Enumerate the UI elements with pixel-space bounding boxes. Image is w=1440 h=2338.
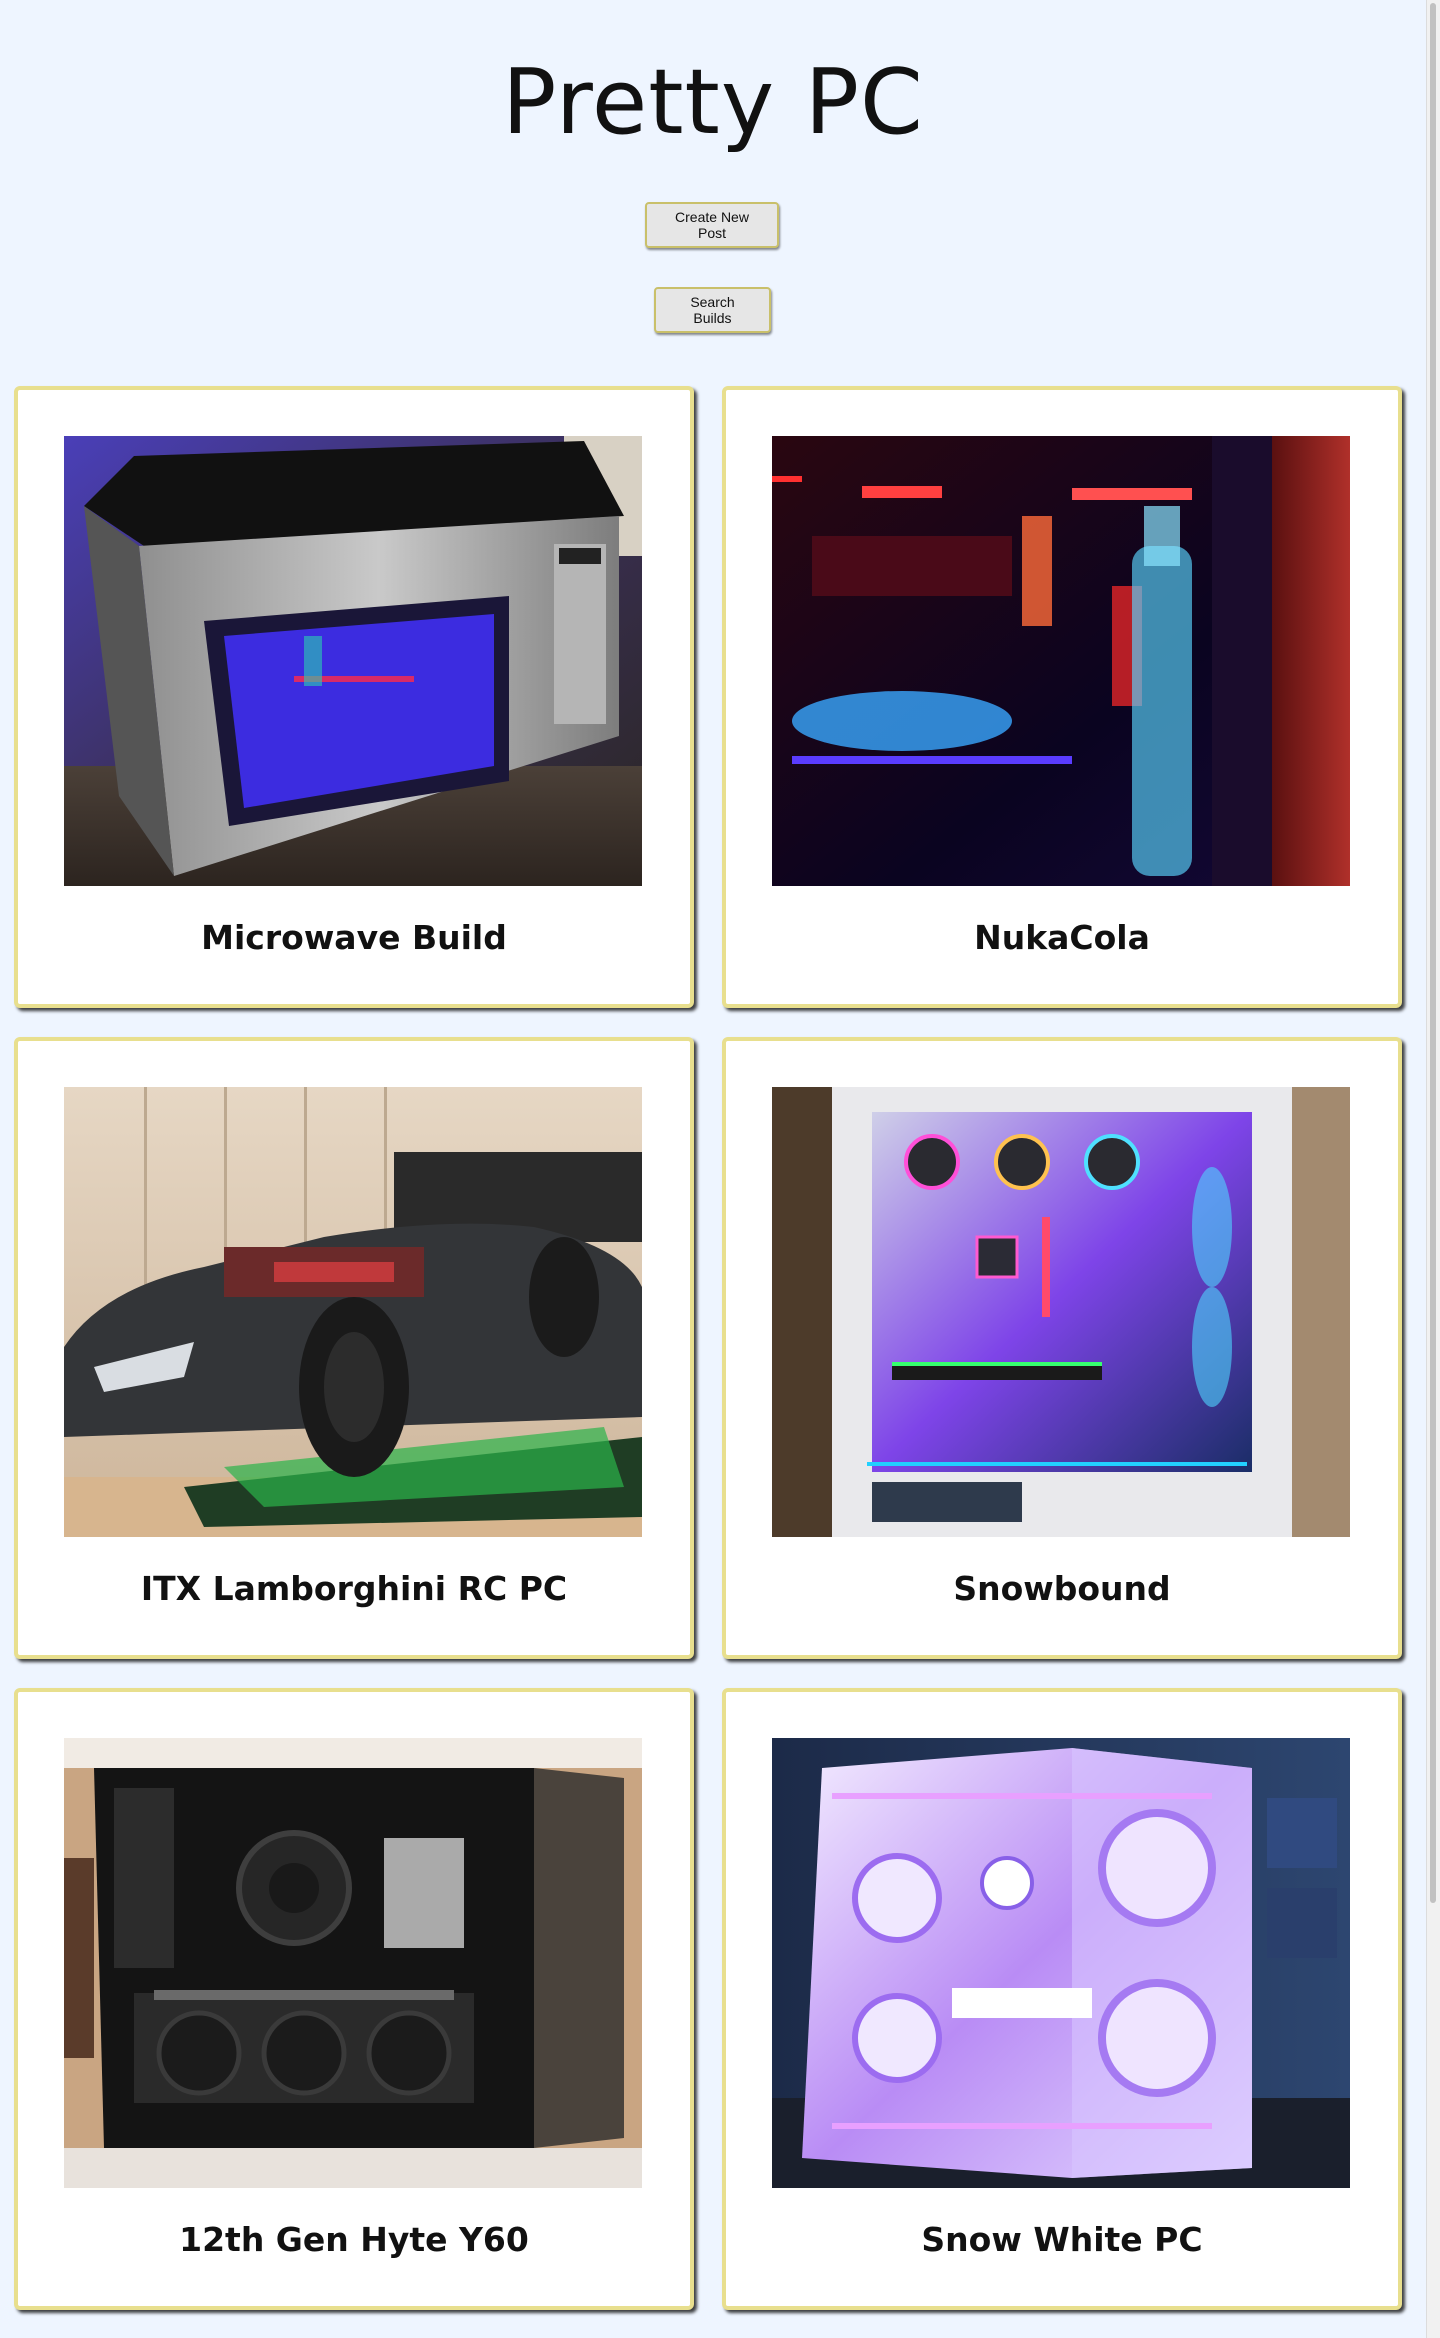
build-card-snow-white[interactable]: Snow White PC [722,1688,1402,2310]
build-card-lamborghini[interactable]: ITX Lamborghini RC PC [14,1037,694,1659]
build-photo-snowbound[interactable] [772,1087,1350,1537]
build-title: ITX Lamborghini RC PC [140,1569,568,1608]
page: Pretty PC Create New Post Search Builds [0,0,1440,2338]
build-title: Microwave Build [201,918,507,957]
build-title: 12th Gen Hyte Y60 [179,2220,529,2259]
create-new-post-button[interactable]: Create New Post [645,202,779,248]
vertical-scrollbar[interactable] [1426,0,1440,2338]
build-title: NukaCola [974,918,1150,957]
hyte-y60-image [64,1738,642,2188]
build-photo-hyte-y60[interactable] [64,1738,642,2188]
build-title: Snow White PC [921,2220,1203,2259]
build-photo-snow-white[interactable] [772,1738,1350,2188]
build-card-nukacola[interactable]: NukaCola [722,386,1402,1008]
microwave-image [64,436,642,886]
scrollbar-thumb[interactable] [1430,3,1436,1903]
build-photo-nukacola[interactable] [772,436,1350,886]
nukacola-image [772,436,1350,886]
build-title: Snowbound [953,1569,1171,1608]
lamborghini-image [64,1087,642,1537]
build-photo-microwave[interactable] [64,436,642,886]
build-photo-lamborghini[interactable] [64,1087,642,1537]
snowbound-image [772,1087,1350,1537]
build-card-snowbound[interactable]: Snowbound [722,1037,1402,1659]
snow-white-image [772,1738,1350,2188]
page-title: Pretty PC [502,50,924,155]
build-card-hyte-y60[interactable]: 12th Gen Hyte Y60 [14,1688,694,2310]
search-builds-button[interactable]: Search Builds [654,287,771,333]
build-card-microwave[interactable]: Microwave Build [14,386,694,1008]
